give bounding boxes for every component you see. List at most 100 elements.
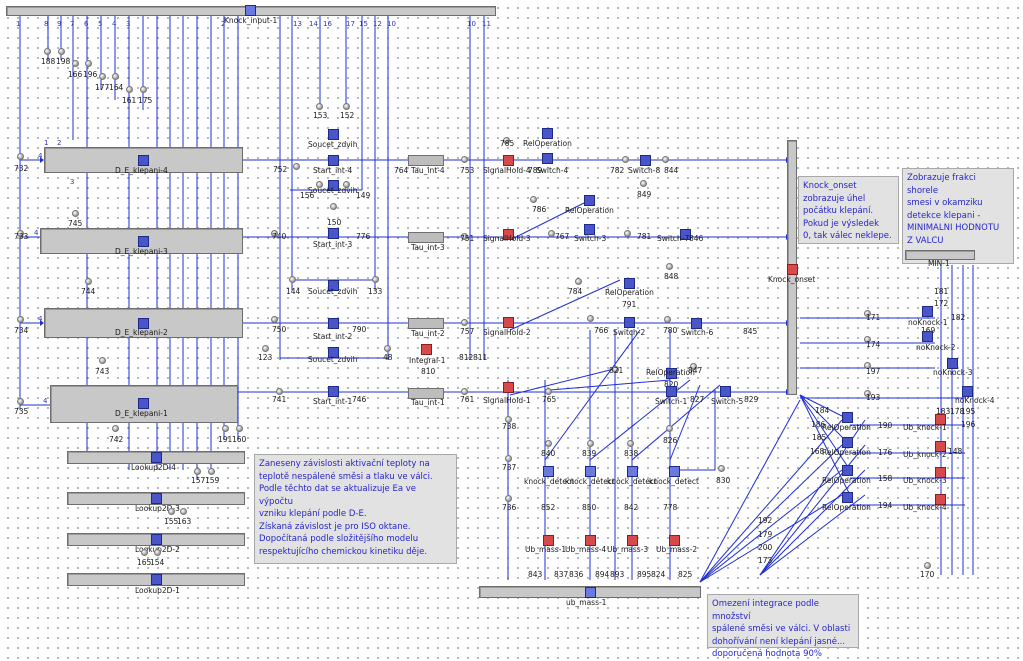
- node[interactable]: [168, 508, 175, 515]
- node[interactable]: [545, 440, 552, 447]
- node-label: 790: [352, 325, 367, 334]
- noknock-1-label: noKnock-1: [908, 318, 948, 327]
- tau-int-3-block[interactable]: [408, 232, 444, 243]
- node[interactable]: [17, 316, 24, 323]
- node[interactable]: [140, 86, 147, 93]
- tau-int-3-label: Tau_int-3: [411, 243, 445, 252]
- node[interactable]: [293, 163, 300, 170]
- node[interactable]: [461, 319, 468, 326]
- node[interactable]: [330, 203, 337, 210]
- node[interactable]: [545, 388, 552, 395]
- node-label: 190: [878, 421, 893, 430]
- node-label: 738: [502, 422, 517, 431]
- node[interactable]: [180, 508, 187, 515]
- node-label: 761: [460, 395, 475, 404]
- node[interactable]: [587, 440, 594, 447]
- node[interactable]: [505, 495, 512, 502]
- node[interactable]: [85, 60, 92, 67]
- signalhold-2-label: SignalHold-2: [483, 328, 531, 337]
- ub-knock-2-label: Ub_knock-2: [903, 450, 947, 459]
- node-label: 812: [459, 353, 474, 362]
- node[interactable]: [640, 180, 647, 187]
- input-pin: 12: [373, 20, 382, 28]
- node[interactable]: [505, 455, 512, 462]
- node[interactable]: [112, 425, 119, 432]
- node[interactable]: [627, 440, 634, 447]
- node-label: 750: [272, 325, 287, 334]
- switch-2-label: Switch-2: [613, 328, 646, 337]
- tau-int-4-block[interactable]: [408, 155, 444, 166]
- node-label: 746: [352, 395, 367, 404]
- node-label: 740: [272, 232, 287, 241]
- reloperation-r2-label: RelOperation: [822, 448, 871, 457]
- node[interactable]: [99, 357, 106, 364]
- signalhold-3-label: SignalHold-3: [483, 234, 531, 243]
- input-pin: 17: [346, 20, 355, 28]
- node[interactable]: [72, 210, 79, 217]
- node[interactable]: [664, 316, 671, 323]
- node[interactable]: [58, 48, 65, 55]
- noknock-icon: [922, 331, 933, 342]
- node[interactable]: [85, 278, 92, 285]
- node[interactable]: [622, 156, 629, 163]
- node[interactable]: [289, 276, 296, 283]
- node-label: 845: [743, 327, 758, 336]
- node[interactable]: [141, 549, 148, 556]
- node-label: 743: [95, 367, 110, 376]
- node-label: 843: [528, 570, 543, 579]
- integral-icon: [421, 344, 432, 355]
- node[interactable]: [530, 196, 537, 203]
- node[interactable]: [461, 388, 468, 395]
- node[interactable]: [343, 103, 350, 110]
- node-label: 148: [948, 447, 963, 456]
- node[interactable]: [17, 398, 24, 405]
- node[interactable]: [112, 73, 119, 80]
- node-label: 179: [758, 530, 773, 539]
- node-label: 175: [138, 96, 153, 105]
- node[interactable]: [236, 425, 243, 432]
- node[interactable]: [384, 345, 391, 352]
- node[interactable]: [208, 468, 215, 475]
- input-pin: 3: [126, 20, 131, 28]
- tau-int-2-block[interactable]: [408, 318, 444, 329]
- node-label: 733: [14, 232, 29, 241]
- node[interactable]: [194, 468, 201, 475]
- node[interactable]: [587, 315, 594, 322]
- knock-onset-note: Knock_onset zobrazuje úhel počátku klepá…: [798, 176, 899, 244]
- node[interactable]: [372, 276, 379, 283]
- node[interactable]: [924, 562, 931, 569]
- node[interactable]: [72, 60, 79, 67]
- knock-detect-icon: [543, 466, 554, 477]
- node[interactable]: [548, 230, 555, 237]
- node[interactable]: [343, 181, 350, 188]
- node[interactable]: [662, 156, 669, 163]
- node[interactable]: [666, 263, 673, 270]
- node[interactable]: [276, 388, 283, 395]
- node-label: 196: [83, 70, 98, 79]
- node[interactable]: [154, 549, 161, 556]
- node[interactable]: [222, 425, 229, 432]
- node-label: 157: [191, 476, 206, 485]
- node-label: 824: [651, 570, 666, 579]
- node[interactable]: [575, 278, 582, 285]
- note-line: Pokud je výsledek: [803, 218, 880, 229]
- node[interactable]: [718, 465, 725, 472]
- noknock-3-label: noKnock-3: [933, 368, 973, 377]
- node[interactable]: [99, 73, 106, 80]
- node[interactable]: [624, 230, 631, 237]
- node-label: 825: [678, 570, 693, 579]
- input-pin: 14: [309, 20, 318, 28]
- node[interactable]: [316, 103, 323, 110]
- reloperation-r4-label: RelOperation: [822, 503, 871, 512]
- input-pin: 11: [482, 20, 491, 28]
- node[interactable]: [44, 48, 51, 55]
- signalhold-icon: [503, 382, 514, 393]
- node[interactable]: [262, 345, 269, 352]
- node[interactable]: [461, 156, 468, 163]
- node[interactable]: [271, 316, 278, 323]
- knock-detect-icon: [585, 466, 596, 477]
- node[interactable]: [666, 425, 673, 432]
- node[interactable]: [17, 153, 24, 160]
- node[interactable]: [126, 86, 133, 93]
- node-label: 837: [554, 570, 569, 579]
